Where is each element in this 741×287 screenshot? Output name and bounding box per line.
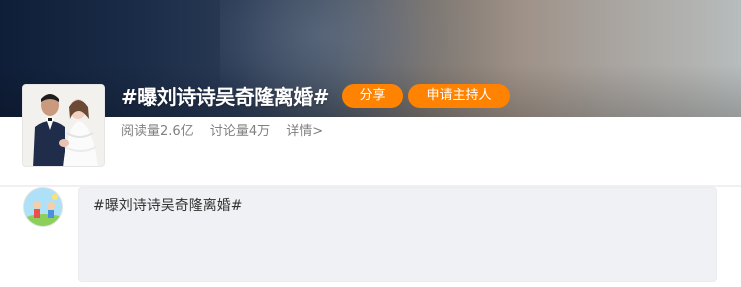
topic-page: #曝刘诗诗吴奇隆离婚# 分享 申请主持人 阅读量2.6亿 讨论量4万 详情> #… bbox=[0, 0, 741, 287]
share-button[interactable]: 分享 bbox=[342, 84, 403, 108]
details-link[interactable]: 详情> bbox=[286, 124, 323, 139]
discussion-count: 讨论量4万 bbox=[209, 124, 271, 139]
topic-cover-image[interactable] bbox=[22, 84, 105, 167]
topic-stats: 阅读量2.6亿 讨论量4万 详情> bbox=[121, 123, 335, 141]
user-avatar[interactable] bbox=[23, 187, 63, 227]
wedding-photo-image bbox=[23, 85, 104, 166]
read-count: 阅读量2.6亿 bbox=[121, 124, 194, 139]
apply-host-button[interactable]: 申请主持人 bbox=[408, 84, 510, 108]
topic-title: #曝刘诗诗吴奇隆离婚# bbox=[121, 85, 330, 109]
comment-input[interactable]: #曝刘诗诗吴奇隆离婚# bbox=[78, 187, 717, 282]
user-avatar-image bbox=[24, 188, 62, 226]
topic-info-bar bbox=[0, 117, 741, 187]
